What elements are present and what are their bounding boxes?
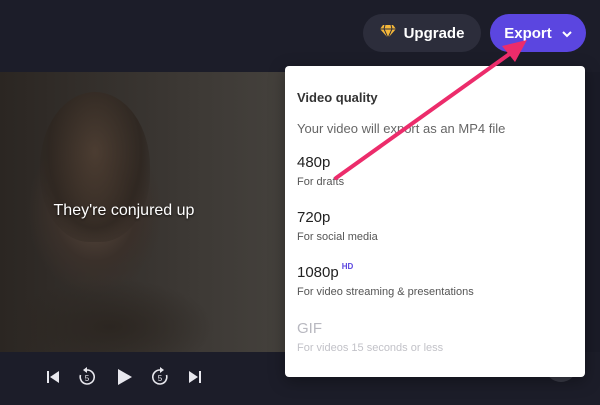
svg-text:5: 5 [158, 374, 163, 383]
menu-title: Video quality [297, 90, 378, 105]
skip-back-icon[interactable] [42, 366, 64, 388]
rewind-5-icon[interactable]: 5 [76, 366, 98, 388]
option-720p[interactable]: 720p For social media [297, 209, 378, 243]
option-1080p[interactable]: 1080p HD For video streaming & presentat… [297, 262, 474, 298]
forward-5-icon[interactable]: 5 [149, 366, 171, 388]
svg-text:5: 5 [85, 374, 90, 383]
export-quality-menu: Video quality Your video will export as … [285, 66, 585, 377]
option-label: 1080p [297, 264, 339, 281]
video-caption: They're conjured up [53, 202, 195, 219]
option-label: 720p [297, 209, 331, 226]
option-description: For drafts [297, 176, 345, 188]
upgrade-button[interactable]: Upgrade [363, 14, 481, 52]
option-480p[interactable]: 480p For drafts [297, 154, 344, 188]
option-description: For social media [297, 231, 378, 243]
menu-subtitle: Your video will export as an MP4 file [297, 121, 506, 136]
chevron-down-icon [562, 25, 572, 42]
option-label: 480p [297, 154, 331, 171]
diamond-icon [379, 24, 396, 42]
option-label: GIF [297, 320, 322, 337]
hd-badge: HD [341, 262, 354, 271]
option-description: For videos 15 seconds or less [297, 342, 444, 354]
option-description: For video streaming & presentations [297, 286, 474, 298]
export-button[interactable]: Export [490, 14, 586, 52]
option-gif: GIF For videos 15 seconds or less [297, 320, 443, 354]
play-icon[interactable] [114, 366, 136, 388]
skip-forward-icon[interactable] [184, 366, 206, 388]
upgrade-label: Upgrade [403, 24, 465, 42]
export-label: Export [504, 24, 552, 42]
